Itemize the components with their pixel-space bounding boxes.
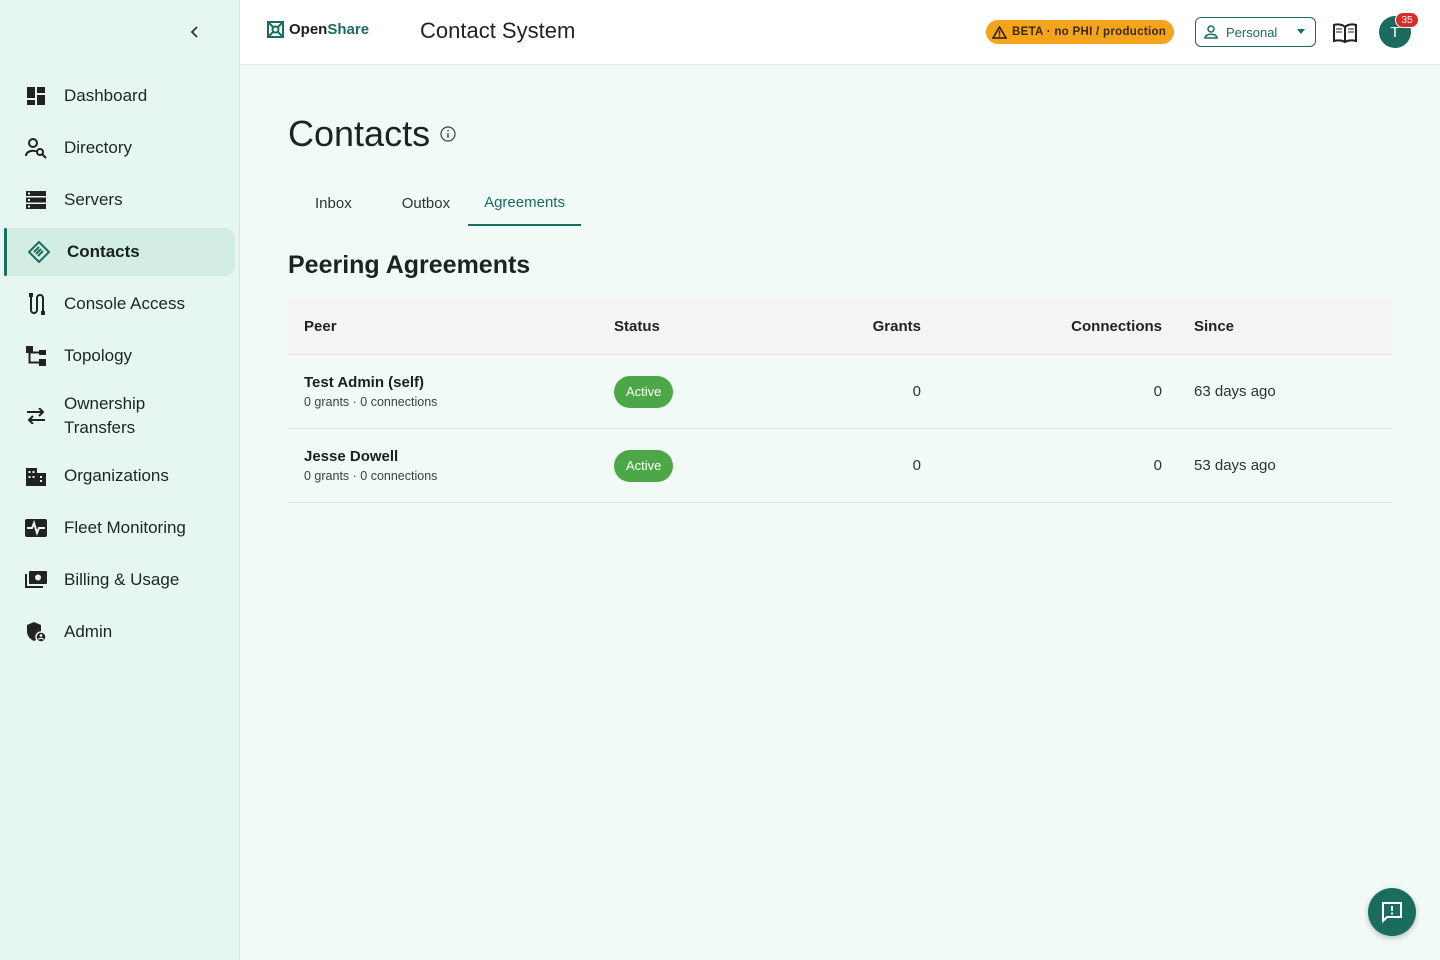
peer-summary: 0 grants · 0 connections [304, 469, 438, 483]
info-icon[interactable] [440, 126, 456, 142]
warning-icon [992, 25, 1007, 39]
person-icon [1204, 25, 1218, 39]
grants-cell: 0 [912, 383, 921, 400]
status-cell: Active [598, 449, 775, 482]
collapse-sidebar-button[interactable] [183, 20, 207, 44]
sidebar: Dashboard Directory Servers Contacts Con… [0, 0, 240, 960]
status-badge: Active [614, 375, 674, 408]
beta-badge: BETA · no PHI / production [986, 20, 1175, 44]
caret-down-icon [1297, 29, 1305, 34]
page-title-row: Contacts [288, 113, 456, 155]
column-header-status[interactable]: Status [598, 318, 775, 335]
since-cell: 53 days ago [1194, 457, 1276, 474]
contacts-tabs: Inbox Outbox Agreements [288, 181, 594, 226]
beta-label: BETA · no PHI / production [1012, 26, 1167, 38]
table-row[interactable]: Jesse Dowell 0 grants · 0 connections Ac… [288, 429, 1392, 503]
sidebar-item-fleet-monitoring[interactable]: Fleet Monitoring [4, 504, 235, 552]
sidebar-item-label: Directory [64, 138, 133, 157]
column-header-peer[interactable]: Peer [288, 318, 598, 335]
sidebar-item-label: Ownership Transfers [64, 394, 146, 437]
sidebar-item-label: Servers [64, 190, 123, 209]
tab-agreements[interactable]: Agreements [468, 181, 581, 226]
sidebar-item-directory[interactable]: Directory [4, 124, 235, 172]
sidebar-item-label: Fleet Monitoring [64, 518, 186, 537]
feedback-icon [1382, 902, 1402, 923]
peer-cell: Test Admin (self) 0 grants · 0 connectio… [288, 374, 598, 409]
tree-icon [24, 344, 48, 368]
section-title: Peering Agreements [288, 251, 531, 279]
brand-name-part1: Open [289, 21, 328, 38]
building-icon [24, 464, 48, 488]
sidebar-item-billing[interactable]: Billing & Usage [4, 556, 235, 604]
sidebar-item-label: Console Access [64, 294, 185, 313]
top-header: Open Share Contact System BETA · no PHI /… [240, 0, 1440, 65]
sidebar-item-label: Admin [64, 622, 113, 641]
payments-icon [24, 568, 48, 592]
brand-logo[interactable]: Open Share [267, 21, 369, 38]
sidebar-item-label: Topology [64, 346, 133, 365]
agreements-table: Peer Status Grants Connections Since Tes… [288, 298, 1392, 503]
grants-cell: 0 [912, 457, 921, 474]
status-badge: Active [614, 449, 674, 482]
book-icon [1333, 23, 1357, 43]
peer-name: Test Admin (self) [304, 374, 425, 391]
connections-cell: 0 [1153, 457, 1162, 474]
table-row[interactable]: Test Admin (self) 0 grants · 0 connectio… [288, 355, 1392, 429]
notification-count-badge[interactable]: 35 [1395, 12, 1419, 28]
column-header-since[interactable]: Since [1162, 318, 1234, 335]
app-title: Contact System [420, 18, 576, 43]
column-header-connections[interactable]: Connections [921, 318, 1162, 335]
sidebar-item-servers[interactable]: Servers [4, 176, 235, 224]
sidebar-item-contacts[interactable]: Contacts [4, 228, 235, 276]
sidebar-item-label: Billing & Usage [64, 570, 180, 589]
sidebar-item-label: Dashboard [64, 86, 148, 105]
sidebar-item-topology[interactable]: Topology [4, 332, 235, 380]
sidebar-item-console-access[interactable]: Console Access [4, 280, 235, 328]
sidebar-item-organizations[interactable]: Organizations [4, 452, 235, 500]
workspace-select-value: Personal [1226, 24, 1278, 40]
status-cell: Active [598, 375, 775, 408]
documentation-button[interactable] [1332, 20, 1358, 46]
swap-icon [24, 404, 48, 428]
peer-cell: Jesse Dowell 0 grants · 0 connections [288, 448, 598, 483]
sidebar-nav: Dashboard Directory Servers Contacts Con… [0, 72, 240, 660]
dashboard-icon [24, 84, 48, 108]
handshake-icon [27, 240, 51, 264]
sidebar-item-label: Organizations [64, 466, 169, 485]
server-icon [24, 188, 48, 212]
brand-name-part2: Share [327, 21, 370, 38]
since-cell: 63 days ago [1194, 383, 1276, 400]
monitor-heart-icon [24, 516, 48, 540]
connections-cell: 0 [1153, 383, 1162, 400]
tab-outbox[interactable]: Outbox [380, 181, 468, 226]
column-header-grants[interactable]: Grants [775, 318, 921, 335]
cable-icon [24, 292, 48, 316]
person-search-icon [24, 136, 48, 160]
sidebar-item-admin[interactable]: Admin [4, 608, 235, 656]
feedback-button[interactable] [1368, 888, 1416, 936]
chevron-left-icon [190, 26, 198, 38]
admin-shield-icon [24, 620, 48, 644]
sidebar-item-dashboard[interactable]: Dashboard [4, 72, 235, 120]
openshare-logo-icon [267, 21, 284, 38]
sidebar-item-ownership-transfers[interactable]: Ownership Transfers [4, 384, 235, 448]
page-title: Contacts [288, 113, 431, 154]
peer-summary: 0 grants · 0 connections [304, 395, 438, 409]
peer-name: Jesse Dowell [304, 448, 399, 465]
table-header: Peer Status Grants Connections Since [288, 298, 1392, 355]
sidebar-item-label: Contacts [67, 242, 140, 261]
tab-inbox[interactable]: Inbox [288, 181, 380, 226]
workspace-select[interactable]: Personal [1195, 17, 1316, 47]
